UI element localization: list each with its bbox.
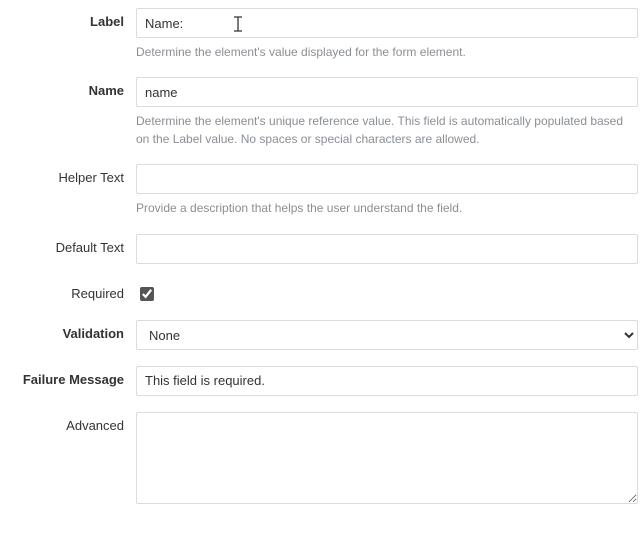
- form-element-settings: Label Determine the element's value disp…: [0, 0, 644, 523]
- row-required: Required: [6, 280, 638, 304]
- field-label-helper-text: Helper Text: [6, 164, 136, 185]
- name-input[interactable]: [136, 77, 638, 107]
- row-name: Name: [6, 77, 638, 107]
- field-label-validation: Validation: [6, 320, 136, 341]
- name-help-text: Determine the element's unique reference…: [136, 109, 638, 158]
- label-help-text: Determine the element's value displayed …: [136, 40, 638, 71]
- label-input[interactable]: [136, 8, 638, 38]
- required-checkbox[interactable]: [140, 287, 154, 301]
- field-label-name: Name: [6, 77, 136, 98]
- row-label-help: Determine the element's value displayed …: [6, 40, 638, 71]
- row-name-help: Determine the element's unique reference…: [6, 109, 638, 158]
- validation-select[interactable]: None: [136, 320, 638, 350]
- row-advanced: Advanced: [6, 412, 638, 507]
- field-label-advanced: Advanced: [6, 412, 136, 433]
- default-text-input[interactable]: [136, 234, 638, 264]
- row-helper-text: Helper Text: [6, 164, 638, 194]
- field-label-label: Label: [6, 8, 136, 29]
- row-validation: Validation None: [6, 320, 638, 350]
- advanced-textarea[interactable]: [136, 412, 638, 504]
- field-label-failure-message: Failure Message: [6, 366, 136, 387]
- failure-message-input[interactable]: [136, 366, 638, 396]
- row-failure-message: Failure Message: [6, 366, 638, 396]
- helper-text-help-text: Provide a description that helps the use…: [136, 196, 638, 227]
- field-label-default-text: Default Text: [6, 234, 136, 255]
- row-default-text: Default Text: [6, 234, 638, 264]
- field-label-required: Required: [6, 280, 136, 301]
- row-label: Label: [6, 8, 638, 38]
- helper-text-input[interactable]: [136, 164, 638, 194]
- row-helper-text-help: Provide a description that helps the use…: [6, 196, 638, 227]
